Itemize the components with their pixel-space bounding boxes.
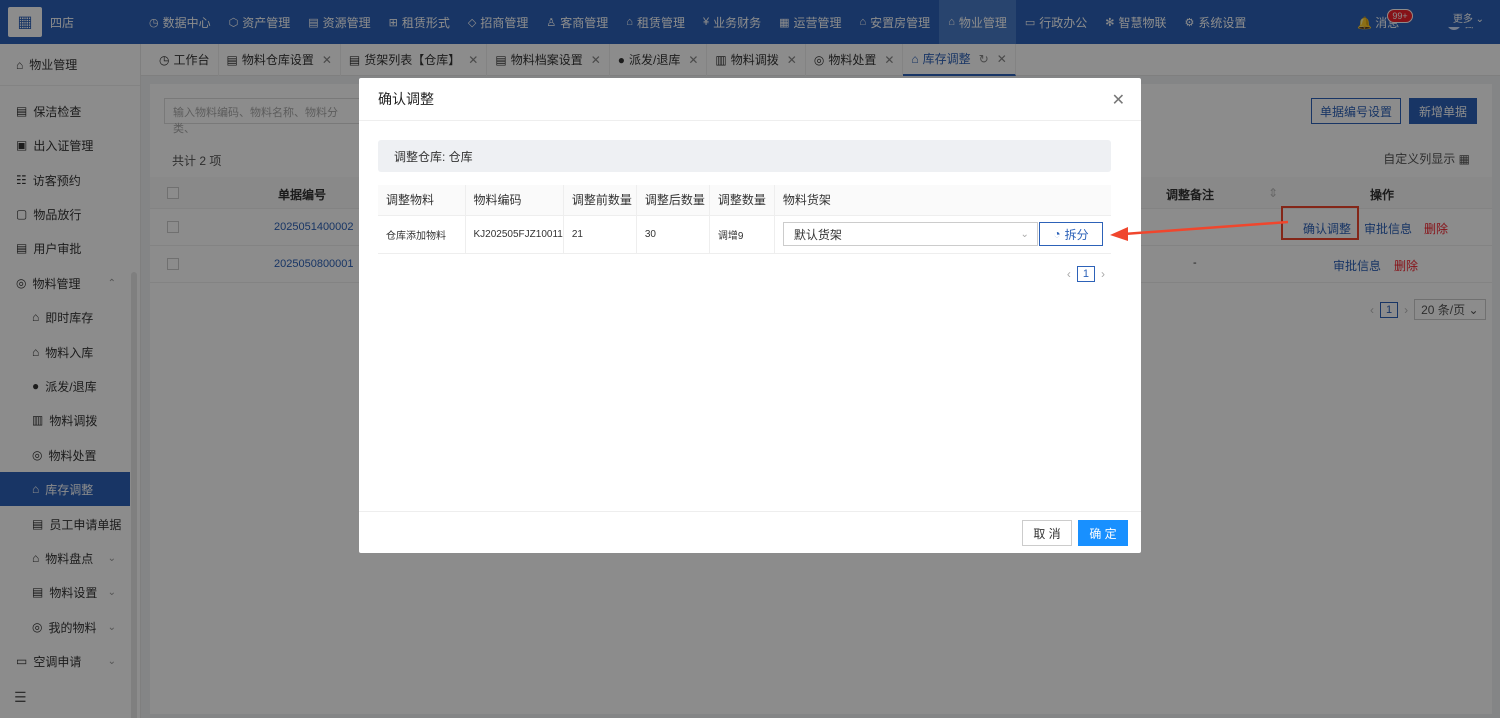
confirm-adjust-dialog: 确认调整 ✕ 调整仓库: 仓库 调整物料 物料编码 调整前数量 调整后数量 调整… (359, 78, 1141, 553)
adjust-table: 调整物料 物料编码 调整前数量 调整后数量 调整数量 物料货架 仓库添加物料 K… (378, 185, 1111, 254)
th-code: 物料编码 (465, 185, 564, 216)
th-material: 调整物料 (378, 185, 466, 216)
split-button[interactable]: ◔ 拆分 (1039, 222, 1103, 246)
shelf-select[interactable]: 默认货架 ⌄ (782, 222, 1038, 246)
page-number[interactable]: 1 (1076, 266, 1095, 282)
cancel-button[interactable]: 取 消 (1022, 520, 1072, 546)
th-shelf: 物料货架 (774, 185, 1111, 216)
th-before: 调整前数量 (563, 185, 637, 216)
dialog-footer: 取 消 确 定 (359, 511, 1141, 553)
chevron-down-icon: ⌄ (1020, 228, 1029, 240)
close-icon[interactable]: ✕ (1112, 90, 1125, 110)
th-delta: 调整数量 (709, 185, 775, 216)
qty-delta: 调增9 (709, 215, 775, 254)
qty-after: 30 (636, 215, 710, 254)
material-name: 仓库添加物料 (378, 215, 466, 254)
annotation-arrow (1110, 220, 1288, 241)
qty-before: 21 (563, 215, 637, 254)
dialog-pager: ‹ 1 › (1067, 266, 1105, 282)
th-after: 调整后数量 (636, 185, 710, 216)
material-code: KJ202505FJZ10011 (465, 215, 564, 254)
ok-button[interactable]: 确 定 (1078, 520, 1128, 546)
split-icon: ◔ (1053, 227, 1061, 241)
next-page-icon[interactable]: › (1101, 267, 1105, 281)
warehouse-info: 调整仓库: 仓库 (378, 140, 1111, 172)
dialog-title: 确认调整 (359, 78, 1141, 121)
prev-page-icon[interactable]: ‹ (1067, 267, 1071, 281)
